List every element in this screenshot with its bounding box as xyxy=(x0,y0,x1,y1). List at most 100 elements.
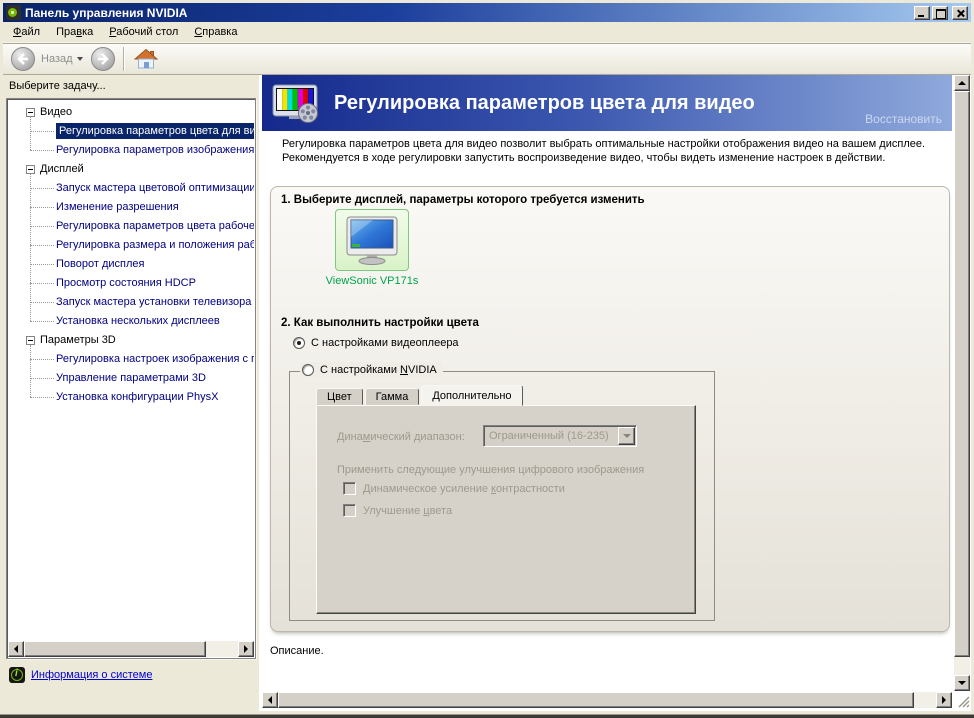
home-button[interactable] xyxy=(132,46,160,72)
menu-edit[interactable]: Правка xyxy=(48,24,101,40)
restore-link[interactable]: Восстановить xyxy=(865,112,942,126)
menu-file[interactable]: Файл xyxy=(5,24,48,40)
horizontal-scrollbar-thumb[interactable] xyxy=(278,692,914,708)
tree-item-image-preview[interactable]: Регулировка настроек изображения с просм… xyxy=(8,350,254,369)
display-tile[interactable] xyxy=(335,209,409,271)
page-banner: Регулировка параметров цвета для видео В… xyxy=(262,75,952,131)
forward-arrow-icon xyxy=(95,51,111,67)
menu-bar: Файл Правка Рабочий стол Справка xyxy=(3,22,971,43)
page-title: Регулировка параметров цвета для видео xyxy=(334,92,755,115)
system-info-link[interactable]: Информация о системе xyxy=(31,669,152,681)
navigation-toolbar: Назад xyxy=(3,43,971,75)
scroll-up-icon[interactable] xyxy=(954,75,970,91)
settings-tabs: Цвет Гамма Дополнительно xyxy=(316,385,525,405)
advanced-tab-page: Динамический диапазон: Ограниченный (16-… xyxy=(316,405,696,614)
intro-text: Регулировка параметров цвета для видео п… xyxy=(282,137,950,165)
back-history-caret-icon[interactable] xyxy=(77,57,83,61)
tree-item-rotation[interactable]: Поворот дисплея xyxy=(8,255,254,274)
close-button[interactable] xyxy=(952,6,968,20)
tree-scrollbar-thumb[interactable] xyxy=(24,641,206,657)
monitor-icon xyxy=(343,215,401,265)
system-info-icon xyxy=(9,667,25,683)
tab-advanced[interactable]: Дополнительно xyxy=(421,385,522,406)
tab-gamma[interactable]: Гамма xyxy=(365,388,420,405)
back-button[interactable] xyxy=(11,47,35,71)
radio-unselected-icon xyxy=(302,364,314,376)
back-arrow-icon xyxy=(15,51,31,67)
section2-heading: 2. Как выполнить настройки цвета xyxy=(281,317,479,329)
menu-desktop[interactable]: Рабочий стол xyxy=(101,24,186,40)
forward-button[interactable] xyxy=(91,47,115,71)
checkbox-color-enhance: Улучшение цвета xyxy=(343,504,452,517)
tree-group-3d: Параметры 3D Регулировка настроек изобра… xyxy=(8,331,254,407)
tree-item-color-wizard[interactable]: Запуск мастера цветовой оптимизации xyxy=(8,179,254,198)
video-color-icon xyxy=(272,82,322,124)
tree-horizontal-scrollbar[interactable] xyxy=(8,641,254,657)
tree-item-display[interactable]: Дисплей xyxy=(8,160,254,179)
main-content: Регулировка параметров цвета для видео В… xyxy=(259,75,971,711)
scroll-right-icon[interactable] xyxy=(238,641,254,657)
scroll-left-icon[interactable] xyxy=(8,641,24,657)
system-info-row: Информация о системе xyxy=(9,665,152,685)
checkbox-icon xyxy=(343,504,356,517)
checkbox-dynamic-contrast-label: Динамическое усиление контрастности xyxy=(363,483,565,495)
dropdown-arrow-icon xyxy=(618,427,635,445)
tree-item-physx[interactable]: Установка конфигурации PhysX xyxy=(8,388,254,407)
dynamic-range-label: Динамический диапазон: xyxy=(337,431,465,443)
horizontal-scrollbar[interactable] xyxy=(262,692,952,708)
radio-nvidia-settings[interactable]: С настройками NVIDIA xyxy=(300,362,443,378)
tree-item-desktop-size[interactable]: Регулировка размера и положения рабочего… xyxy=(8,236,254,255)
scroll-left-icon[interactable] xyxy=(262,692,278,708)
tree-item-resolution[interactable]: Изменение разрешения xyxy=(8,198,254,217)
tree-item-video-image[interactable]: Регулировка параметров изображения для в… xyxy=(8,141,254,160)
dropdown-value: Ограниченный (16-235) xyxy=(484,430,617,442)
tree-item-3d-settings[interactable]: Параметры 3D xyxy=(8,331,254,350)
maximize-button[interactable] xyxy=(932,6,948,20)
radio-nvidia-label: С настройками NVIDIA xyxy=(320,364,437,376)
radio-video-player[interactable]: С настройками видеоплеера xyxy=(293,337,459,349)
dynamic-range-dropdown: Ограниченный (16-235) xyxy=(483,425,637,447)
task-tree: Видео Регулировка параметров цвета для в… xyxy=(6,98,256,659)
home-icon xyxy=(134,48,158,70)
resize-grip[interactable] xyxy=(954,692,970,708)
selected-tree-item: Регулировка параметров цвета для видео xyxy=(56,123,254,139)
tree-group-video: Видео Регулировка параметров цвета для в… xyxy=(8,103,254,160)
collapse-icon[interactable] xyxy=(26,165,35,174)
sidebar-header: Выберите задачу... xyxy=(9,80,106,92)
section1-heading: 1. Выберите дисплей, параметры которого … xyxy=(281,194,645,206)
window-title: Панель управления NVIDIA xyxy=(25,6,912,20)
tree-item-manage-3d[interactable]: Управление параметрами 3D xyxy=(8,369,254,388)
collapse-icon[interactable] xyxy=(26,336,35,345)
tree-item-video-color[interactable]: Регулировка параметров цвета для видео xyxy=(8,122,254,141)
tree-item-video[interactable]: Видео xyxy=(8,103,254,122)
task-sidebar: Выберите задачу... Видео Регулировка пар… xyxy=(3,75,259,711)
scroll-right-icon[interactable] xyxy=(936,692,952,708)
display-name: ViewSonic VP171s xyxy=(295,275,449,287)
nvidia-app-icon xyxy=(6,5,21,20)
collapse-icon[interactable] xyxy=(26,108,35,117)
minimize-button[interactable] xyxy=(914,6,930,20)
checkbox-dynamic-contrast: Динамическое усиление контрастности xyxy=(343,482,565,495)
tree-item-multi-display[interactable]: Установка нескольких дисплеев xyxy=(8,312,254,331)
toolbar-separator xyxy=(123,47,124,71)
tree-item-hdcp[interactable]: Просмотр состояния HDCP xyxy=(8,274,254,293)
settings-panel: 1. Выберите дисплей, параметры которого … xyxy=(270,186,950,632)
checkbox-color-enhance-label: Улучшение цвета xyxy=(363,505,452,517)
vertical-scrollbar[interactable] xyxy=(954,75,970,691)
tree-group-display: Дисплей Запуск мастера цветовой оптимиза… xyxy=(8,160,254,331)
window-bottom-edge xyxy=(0,711,974,718)
enhancements-label: Применить следующие улучшения цифрового … xyxy=(337,464,644,476)
tree-item-desktop-color[interactable]: Регулировка параметров цвета рабочего ст… xyxy=(8,217,254,236)
tree-item-tv-wizard[interactable]: Запуск мастера установки телевизора xyxy=(8,293,254,312)
radio-selected-icon xyxy=(293,337,305,349)
scroll-down-icon[interactable] xyxy=(954,675,970,691)
tab-color[interactable]: Цвет xyxy=(316,388,363,405)
title-bar: Панель управления NVIDIA xyxy=(3,3,971,22)
checkbox-icon xyxy=(343,482,356,495)
back-label: Назад xyxy=(41,53,73,65)
vertical-scrollbar-thumb[interactable] xyxy=(954,91,970,657)
menu-help[interactable]: Справка xyxy=(186,24,245,40)
radio-video-player-label: С настройками видеоплеера xyxy=(311,337,459,349)
description-text: Описание. xyxy=(270,645,324,657)
nvidia-settings-group: С настройками NVIDIA Цвет Гамма Дополнит… xyxy=(289,371,715,621)
